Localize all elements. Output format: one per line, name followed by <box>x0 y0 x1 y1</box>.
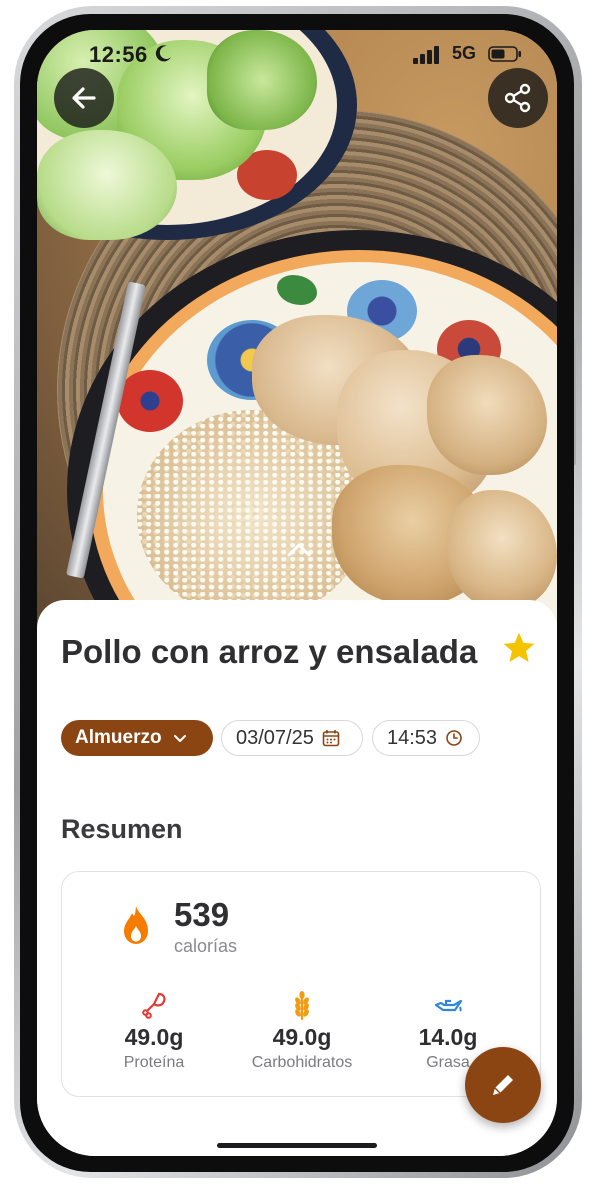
macro-protein: 49.0g Proteína <box>74 990 234 1072</box>
status-bar: 12:56 5G <box>37 42 557 70</box>
summary-heading: Resumen <box>61 814 183 844</box>
meal-photo[interactable] <box>37 30 557 630</box>
nutrition-summary-card: 539 calorías 49.0g Proteína 49.0g Carboh… <box>61 871 541 1097</box>
star-icon[interactable] <box>501 630 537 666</box>
share-icon <box>504 83 531 113</box>
wheat-icon <box>295 991 309 1020</box>
clock-icon <box>446 730 462 746</box>
carbs-label: Carbohidratos <box>251 1054 353 1071</box>
pencil-icon <box>493 1075 513 1095</box>
app-screen: 12:56 5G Pollo con arroz y ensalada Almu… <box>37 30 557 1156</box>
meal-details-sheet: Pollo con arroz y ensalada Almuerzo 03/0… <box>37 600 557 1156</box>
share-button[interactable] <box>488 68 548 128</box>
time-value: 14:53 <box>387 726 438 749</box>
protein-label: Proteína <box>123 1054 185 1071</box>
arrow-left-icon <box>72 87 96 109</box>
signal-icon <box>413 46 439 64</box>
oil-icon <box>434 999 463 1012</box>
macro-carbs: 49.0g Carbohidratos <box>222 990 382 1072</box>
status-time: 12:56 <box>89 42 148 67</box>
network-type: 5G <box>452 43 477 63</box>
calories-value: 539 <box>174 896 230 933</box>
battery-icon <box>488 46 521 62</box>
edit-button[interactable] <box>465 1047 541 1123</box>
chevron-up-icon[interactable] <box>285 540 313 560</box>
calories-label: calorías <box>174 936 238 956</box>
carbs-value: 49.0g <box>272 1024 332 1050</box>
home-indicator[interactable] <box>217 1143 377 1148</box>
protein-value: 49.0g <box>124 1024 184 1050</box>
calendar-icon <box>322 730 340 747</box>
time-chip[interactable]: 14:53 <box>372 720 480 756</box>
flame-icon <box>124 906 148 944</box>
moon-icon <box>155 45 171 62</box>
date-value: 03/07/25 <box>236 726 314 749</box>
meal-title: Pollo con arroz y ensalada <box>61 633 478 670</box>
meal-type-label: Almuerzo <box>75 727 162 748</box>
meal-type-dropdown[interactable]: Almuerzo <box>61 720 213 756</box>
back-button[interactable] <box>54 68 114 128</box>
chevron-down-icon <box>173 735 186 742</box>
date-chip[interactable]: 03/07/25 <box>221 720 363 756</box>
drumstick-icon <box>142 992 166 1019</box>
